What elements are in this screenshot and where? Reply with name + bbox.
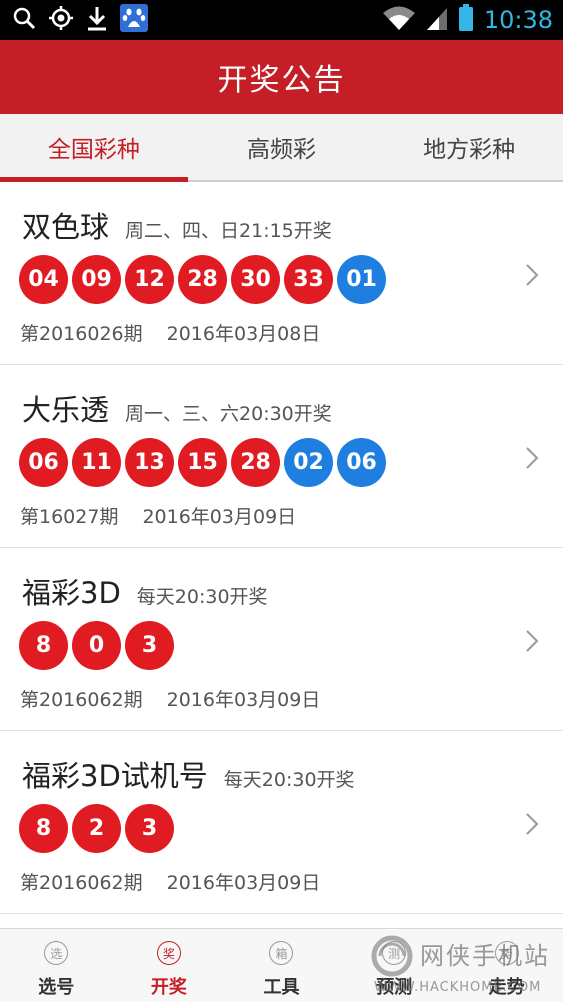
draw-info: 第2016026期 2016年03月08日 (20, 319, 320, 346)
title-bar: 开奖公告 (0, 40, 563, 114)
nav-label: 预测 (376, 977, 413, 998)
draw-date: 2016年03月09日 (166, 689, 321, 711)
draw-info: 第2016062期 2016年03月09日 (20, 685, 320, 712)
draw-schedule: 每天20:30开奖 (223, 769, 355, 791)
search-icon (12, 6, 36, 34)
issue-number: 第2016026期 (20, 323, 143, 345)
signal-icon (426, 5, 448, 35)
winning-numbers: 06 11 13 15 28 02 06 (19, 438, 386, 487)
red-ball: 09 (72, 255, 121, 304)
chevron-right-icon (526, 813, 539, 835)
draw-info: 第2016062期 2016年03月09日 (20, 868, 320, 895)
red-ball: 13 (125, 438, 174, 487)
red-ball: 04 (19, 255, 68, 304)
nav-trend[interactable]: 势走势 (450, 929, 563, 1002)
red-ball: 06 (19, 438, 68, 487)
nav-icon: 势 (494, 941, 519, 965)
red-ball: 8 (19, 804, 68, 853)
draw-schedule: 周二、四、日21:15开奖 (125, 220, 332, 242)
status-bar: 10:38 (0, 0, 563, 40)
red-ball: 3 (125, 621, 174, 670)
nav-label: 工具 (263, 977, 300, 998)
wifi-icon (382, 5, 416, 35)
draw-info: 第16027期 2016年03月09日 (20, 502, 296, 529)
red-ball: 2 (72, 804, 121, 853)
red-ball: 0 (72, 621, 121, 670)
lottery-item[interactable]: 大乐透 周一、三、六20:30开奖 06 11 13 15 28 02 06 第16027期 201… (0, 365, 563, 548)
winning-numbers: 803 (19, 621, 174, 670)
red-ball: 28 (178, 255, 227, 304)
lottery-name: 双色球 (22, 210, 110, 244)
lottery-item[interactable]: 双色球 周二、四、日21:15开奖 04 09 12 28 30 33 01 第2016026期 2… (0, 182, 563, 365)
lottery-name: 大乐透 (22, 393, 110, 427)
issue-number: 第2016062期 (20, 872, 143, 894)
nav-pick-numbers[interactable]: 选选号 (0, 929, 113, 1002)
page-title: 开奖公告 (217, 63, 346, 98)
draw-schedule: 周一、三、六20:30开奖 (125, 403, 332, 425)
download-icon (86, 5, 108, 35)
blue-ball: 06 (337, 438, 386, 487)
issue-number: 第2016062期 (20, 689, 143, 711)
tab-national[interactable]: 全国彩种 (0, 114, 188, 182)
red-ball: 15 (178, 438, 227, 487)
nav-label: 选号 (38, 977, 75, 998)
red-ball: 8 (19, 621, 68, 670)
draw-date: 2016年03月09日 (142, 506, 297, 528)
draw-date: 2016年03月08日 (166, 323, 321, 345)
lottery-name: 福彩3D试机号 (22, 759, 208, 793)
draw-schedule: 每天20:30开奖 (136, 586, 268, 608)
nav-label: 开奖 (150, 977, 187, 998)
bottom-nav: 选选号奖开奖箱工具测预测势走势 (0, 928, 563, 1002)
nav-icon: 奖 (156, 941, 181, 965)
status-time: 10:38 (483, 6, 553, 34)
lottery-item[interactable]: 福彩3D 每天20:30开奖 8 0 3 第2016062期 2016年03月09日 (0, 548, 563, 731)
chevron-right-icon (526, 630, 539, 652)
category-tabs: 全国彩种 高频彩 地方彩种 (0, 114, 563, 182)
nav-tools[interactable]: 箱工具 (225, 929, 338, 1002)
chevron-right-icon (526, 447, 539, 469)
nav-draw-results[interactable]: 奖开奖 (113, 929, 226, 1002)
red-ball: 3 (125, 804, 174, 853)
red-ball: 33 (284, 255, 333, 304)
red-ball: 30 (231, 255, 280, 304)
chevron-right-icon (526, 264, 539, 286)
red-ball: 12 (125, 255, 174, 304)
nav-forecast[interactable]: 测预测 (338, 929, 451, 1002)
lottery-header: 福彩3D试机号 每天20:30开奖 (22, 753, 355, 795)
winning-numbers: 04 09 12 28 30 33 01 (19, 255, 386, 304)
lottery-list: 双色球 周二、四、日21:15开奖 04 09 12 28 30 33 01 第2016026期 2… (0, 182, 563, 914)
gps-icon (48, 5, 74, 35)
red-ball: 11 (72, 438, 121, 487)
issue-number: 第16027期 (20, 506, 119, 528)
nav-icon: 箱 (269, 941, 294, 965)
blue-ball: 02 (284, 438, 333, 487)
lottery-header: 福彩3D 每天20:30开奖 (22, 570, 268, 612)
winning-numbers: 823 (19, 804, 174, 853)
lottery-name: 福彩3D (22, 576, 121, 610)
blue-ball: 01 (337, 255, 386, 304)
baidu-paw-icon (120, 4, 148, 36)
battery-icon (458, 4, 474, 36)
red-ball: 28 (231, 438, 280, 487)
nav-icon: 选 (44, 941, 69, 965)
tab-high-frequency[interactable]: 高频彩 (188, 114, 376, 180)
tab-local[interactable]: 地方彩种 (375, 114, 563, 180)
draw-date: 2016年03月09日 (166, 872, 321, 894)
nav-label: 走势 (488, 977, 525, 998)
lottery-item[interactable]: 福彩3D试机号 每天20:30开奖 8 2 3 第2016062期 2016年03月09日 (0, 731, 563, 914)
lottery-header: 大乐透 周一、三、六20:30开奖 (22, 387, 332, 429)
nav-icon: 测 (382, 941, 407, 965)
lottery-header: 双色球 周二、四、日21:15开奖 (22, 204, 332, 246)
